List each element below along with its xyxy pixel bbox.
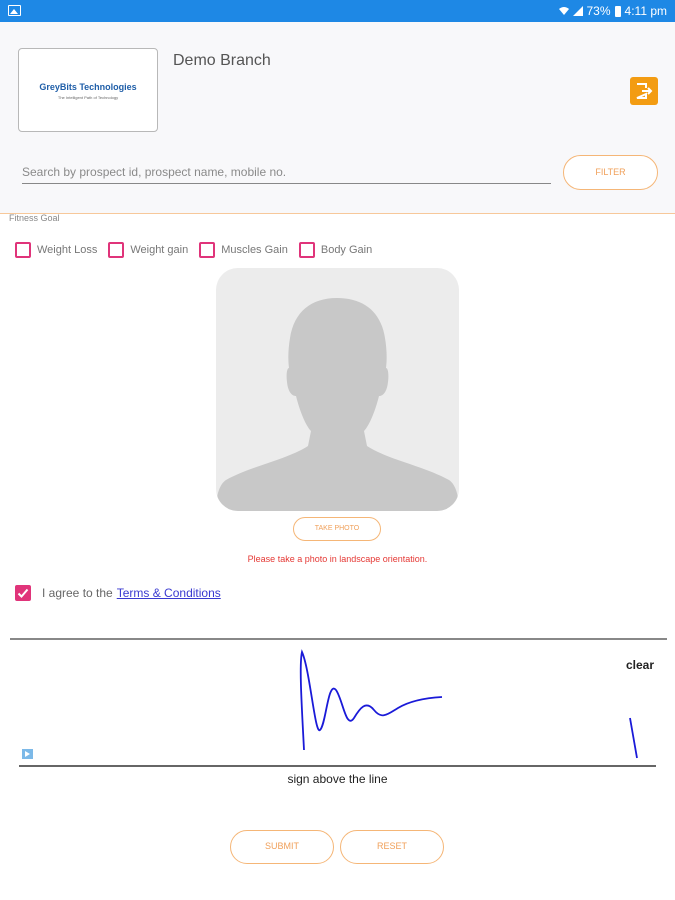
terms-checkbox[interactable] <box>15 585 31 601</box>
branch-name: Demo Branch <box>173 52 271 69</box>
checkbox[interactable] <box>199 241 216 258</box>
gallery-icon <box>8 5 21 16</box>
photo-hint: Please take a photo in landscape orienta… <box>247 554 428 564</box>
checkmark-icon <box>17 588 29 598</box>
terms-row: I agree to the Terms & Conditions <box>15 585 221 601</box>
goal-weight-loss[interactable]: Weight Loss <box>15 241 98 258</box>
clock: 4:11 pm <box>624 4 667 18</box>
logout-icon[interactable] <box>630 77 658 105</box>
wifi-icon <box>558 7 569 15</box>
terms-link[interactable]: Terms & Conditions <box>117 586 221 600</box>
signature-pad[interactable] <box>10 640 667 768</box>
goal-label: Weight Loss <box>37 243 98 256</box>
terms-text: I agree to the <box>42 586 113 600</box>
submit-button[interactable]: SUBMIT <box>230 830 334 864</box>
signature-stroke <box>629 717 638 759</box>
battery-icon <box>614 5 621 17</box>
logo-subtitle: The Intelligent Path of Technology <box>57 95 119 100</box>
filter-button[interactable]: FILTER <box>563 155 658 190</box>
signature-baseline <box>19 765 656 767</box>
logo-title: GreyBits Technologies <box>39 82 137 92</box>
checkbox[interactable] <box>108 241 125 258</box>
checkbox[interactable] <box>298 241 315 258</box>
section-label: Fitness Goal <box>9 214 60 221</box>
reset-button[interactable]: RESET <box>340 830 444 864</box>
avatar-silhouette-icon <box>216 298 459 511</box>
goal-label: Muscles Gain <box>221 243 288 256</box>
take-photo-button[interactable]: TAKE PHOTO <box>293 517 381 541</box>
status-bar: 73% 4:11 pm <box>0 0 675 22</box>
goal-muscles-gain[interactable]: Muscles Gain <box>199 241 288 258</box>
checkbox[interactable] <box>15 241 31 258</box>
signature-caption: sign above the line <box>287 772 388 786</box>
battery-percent: 73% <box>586 4 611 18</box>
header: GreyBits Technologies The Intelligent Pa… <box>0 22 675 214</box>
photo-placeholder <box>216 268 459 511</box>
signature-stroke <box>299 649 443 751</box>
goal-label: Weight gain <box>130 243 189 256</box>
search-input[interactable] <box>22 160 551 184</box>
play-icon <box>22 749 33 759</box>
goal-body-gain[interactable]: Body Gain <box>298 241 373 258</box>
goal-checkbox-group: Weight Loss Weight gain Muscles Gain Bod… <box>15 241 383 258</box>
company-logo: GreyBits Technologies The Intelligent Pa… <box>18 48 158 132</box>
clear-signature-button[interactable]: clear <box>626 658 654 672</box>
goal-weight-gain[interactable]: Weight gain <box>108 241 189 258</box>
goal-label: Body Gain <box>320 243 373 256</box>
status-right: 73% 4:11 pm <box>558 4 667 18</box>
signal-icon <box>572 6 583 16</box>
